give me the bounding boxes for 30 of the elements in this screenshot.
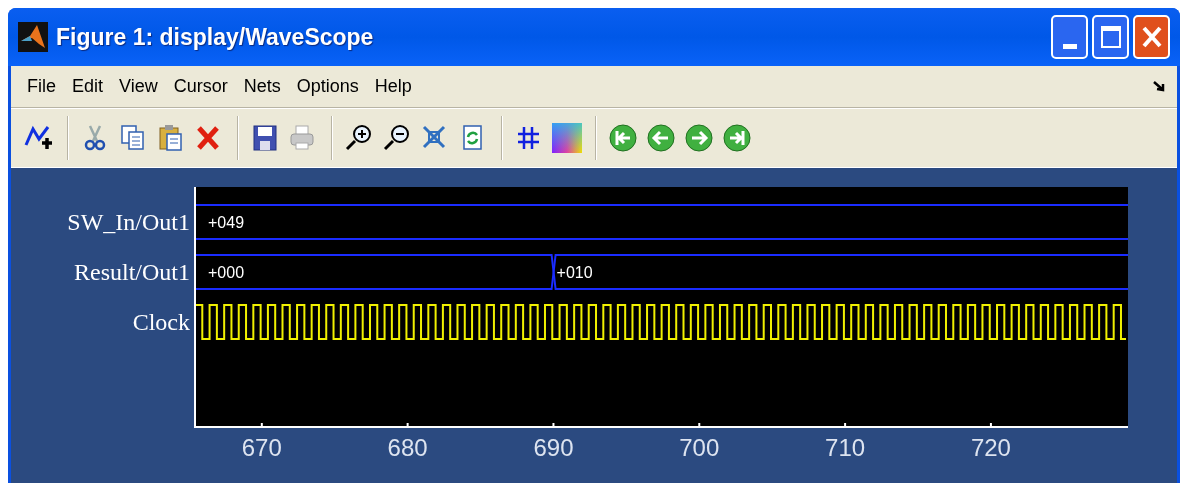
tick-label: 710 xyxy=(825,433,866,463)
menu-item[interactable]: View xyxy=(113,73,164,100)
menu-item[interactable]: Cursor xyxy=(167,73,234,100)
menu-item[interactable]: Options xyxy=(290,73,365,100)
tick-label: 700 xyxy=(679,433,720,463)
window-title: Figure 1: display/WaveScope xyxy=(56,22,374,52)
menu-item[interactable]: Nets xyxy=(237,73,287,100)
app-logo-icon xyxy=(18,22,48,52)
tick-label: 680 xyxy=(387,433,428,463)
signal-label: SW_In/Out1 xyxy=(67,208,190,237)
bus-value: +000 xyxy=(208,264,245,281)
menu-item[interactable]: File xyxy=(21,73,62,100)
minimize-button[interactable] xyxy=(1051,15,1088,59)
tick-label: 720 xyxy=(970,433,1011,463)
close-icon xyxy=(1140,25,1163,49)
color-gradient-icon[interactable] xyxy=(552,123,582,153)
zoom-in-icon[interactable] xyxy=(344,123,374,153)
tick-label: 670 xyxy=(241,433,282,463)
maximize-button[interactable] xyxy=(1092,15,1129,59)
menu-item[interactable]: Edit xyxy=(66,73,110,100)
tick-label: 690 xyxy=(533,433,574,463)
signal-label: Clock xyxy=(132,308,190,337)
zoom-out-icon[interactable] xyxy=(382,123,412,153)
bus-value: +010 xyxy=(556,264,593,281)
save-icon[interactable] xyxy=(250,123,280,153)
signal-label: Result/Out1 xyxy=(74,258,190,287)
bus-value: +049 xyxy=(208,214,245,231)
close-button[interactable] xyxy=(1133,15,1170,59)
menu-item[interactable]: Help xyxy=(368,73,418,100)
dock-arrow-icon[interactable] xyxy=(1153,80,1167,93)
